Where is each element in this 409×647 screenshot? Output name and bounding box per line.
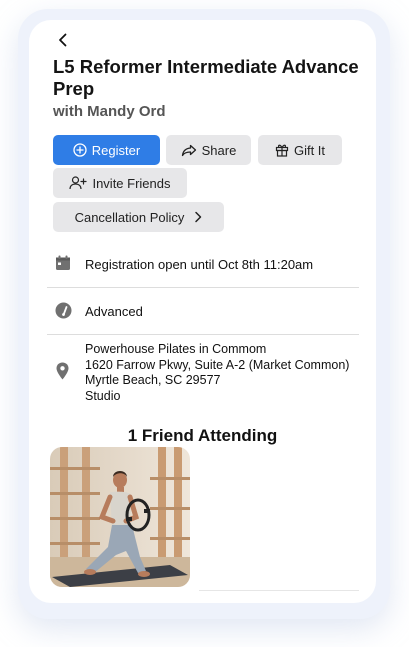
gift-icon <box>275 144 289 157</box>
location-room: Studio <box>85 388 121 403</box>
location-address[interactable]: Powerhouse Pilates in Commom 1620 Farrow… <box>85 342 349 404</box>
location-street: 1620 Farrow Pkwy, Suite A-2 (Market Comm… <box>85 357 350 372</box>
friend-photo[interactable] <box>50 447 190 587</box>
divider <box>199 590 359 591</box>
registration-info: Registration open until Oct 8th 11:20am <box>85 257 314 272</box>
plus-circle-icon <box>73 143 87 157</box>
register-label: Register <box>91 142 141 158</box>
invite-label: Invite Friends <box>92 175 171 191</box>
divider <box>47 287 359 288</box>
location-city: Myrtle Beach, SC 29577 <box>85 373 221 387</box>
friends-heading: 1 Friend Attending <box>127 426 278 445</box>
gift-button[interactable]: Gift It <box>258 135 342 165</box>
back-button[interactable] <box>53 30 73 50</box>
calendar-icon <box>54 254 72 272</box>
event-detail-card: L5 Reformer Intermediate Advance Prep wi… <box>29 20 376 603</box>
cancellation-label: Cancellation Policy <box>74 209 185 225</box>
invite-friends-button[interactable]: Invite Friends <box>53 168 187 198</box>
register-button[interactable]: Register <box>53 135 160 165</box>
level-info: Advanced <box>85 304 143 319</box>
cancellation-policy-button[interactable]: Cancellation Policy <box>53 202 224 232</box>
instructor-name: with Mandy Ord <box>53 103 166 120</box>
share-label: Share <box>201 142 237 158</box>
divider <box>47 334 359 335</box>
event-title: L5 Reformer Intermediate Advance Prep <box>53 56 359 99</box>
gift-label: Gift It <box>293 142 326 158</box>
gauge-icon <box>54 301 72 319</box>
chevron-right-icon <box>195 211 202 223</box>
chevron-left-icon <box>59 33 67 47</box>
location-name: Powerhouse Pilates in Commom <box>85 342 267 356</box>
map-pin-icon <box>54 361 70 381</box>
share-button[interactable]: Share <box>166 135 251 165</box>
share-arrow-icon <box>181 144 196 156</box>
add-user-icon <box>69 176 88 190</box>
